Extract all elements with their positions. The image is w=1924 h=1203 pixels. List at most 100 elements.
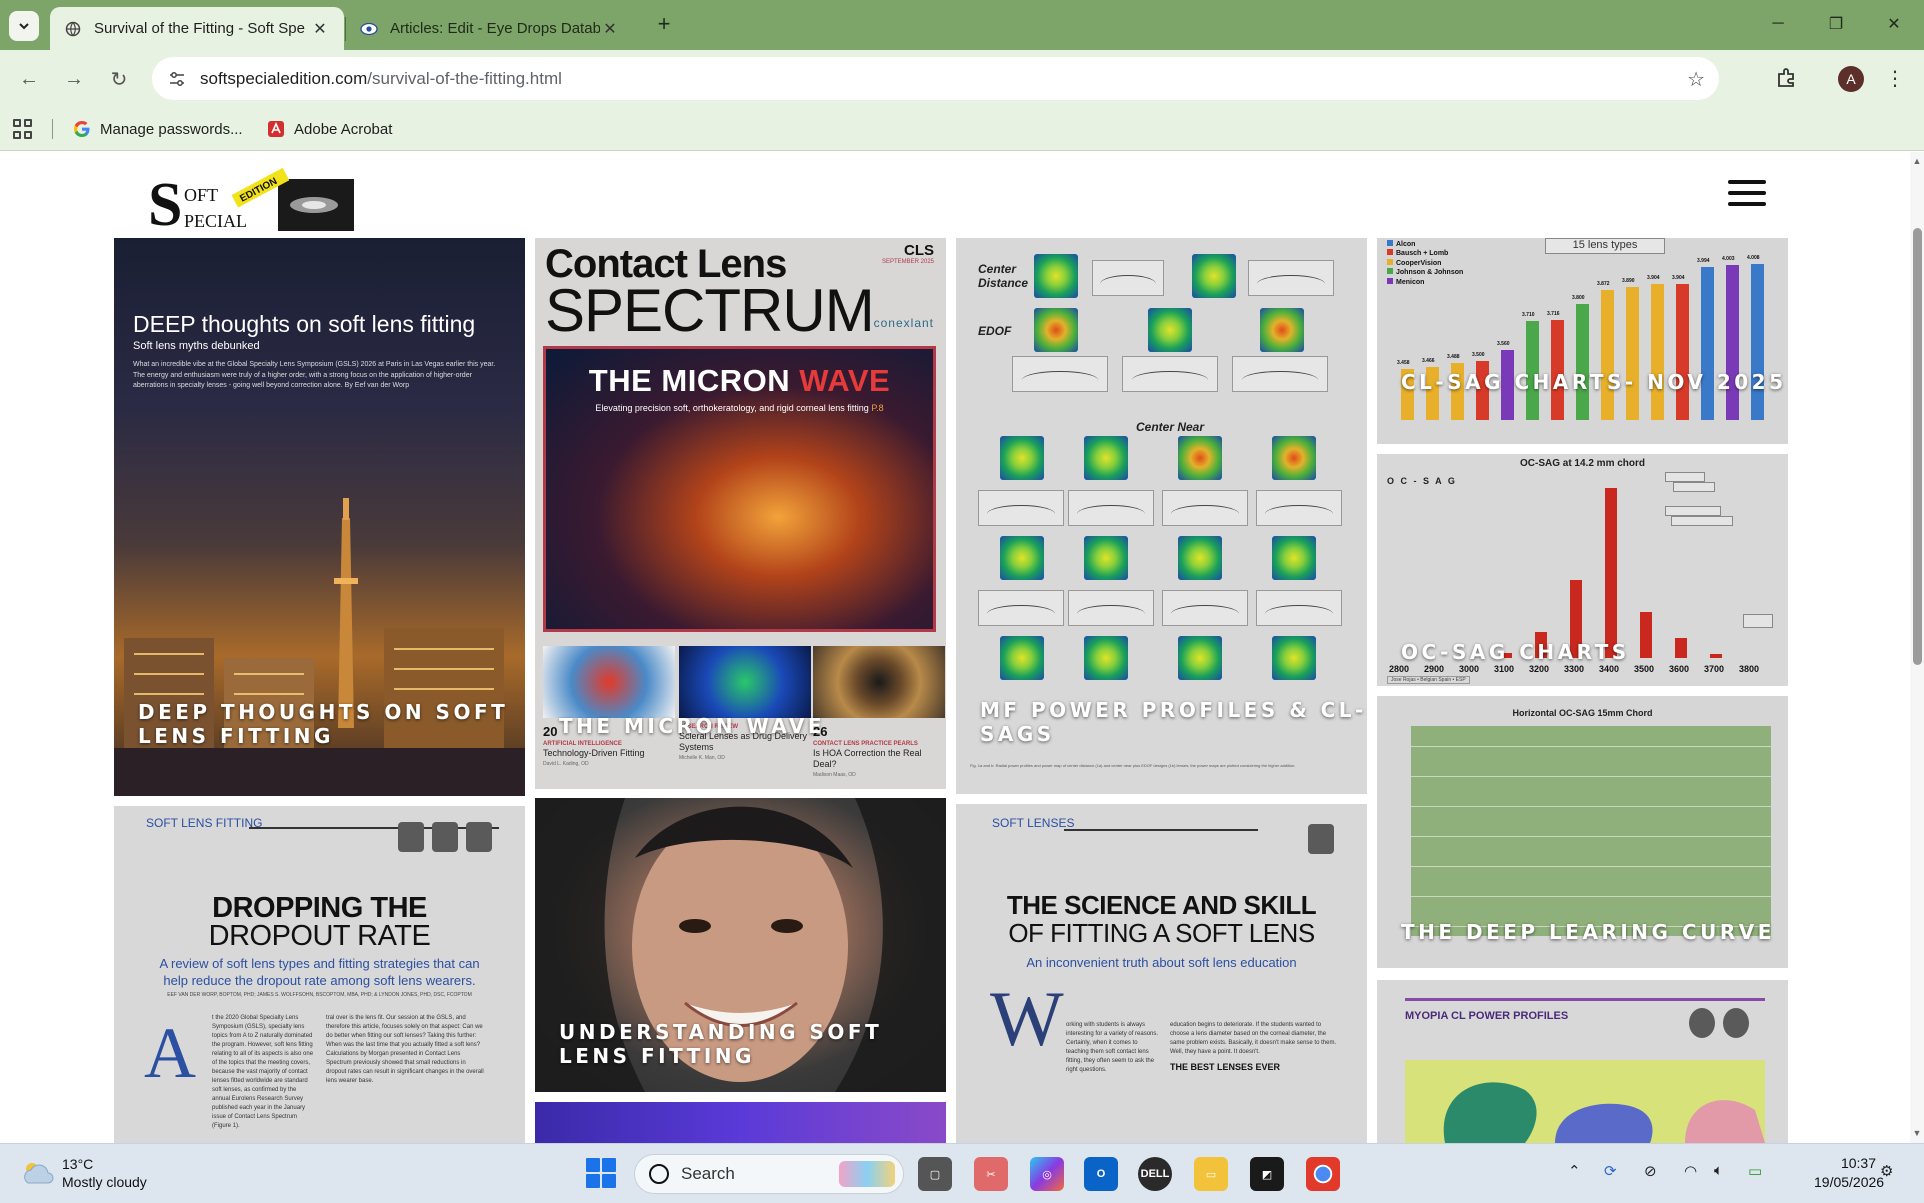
card-micron-wave[interactable]: Contact Lens SPECTRUM CLS SEPTEMBER 2025 …: [535, 238, 946, 789]
article-subhead: THE BEST LENSES EVER: [1170, 1062, 1281, 1072]
chart-plot-area: [1411, 726, 1771, 936]
label-edof: EDOF: [978, 324, 1012, 338]
chart-bar: [1640, 612, 1652, 658]
weather-widget[interactable]: 13°C Mostly cloudy: [20, 1155, 147, 1191]
weather-temperature: 13°C: [62, 1156, 94, 1172]
card-science-and-skill[interactable]: SOFT LENSES THE SCIENCE AND SKILL OF FIT…: [956, 804, 1367, 1143]
menu-kebab-icon[interactable]: ⋮: [1883, 64, 1907, 92]
legend-item: Bausch + Lomb: [1387, 249, 1463, 258]
cover-title-part1: THE MICRON: [588, 363, 800, 398]
article-byline: EEF VAN DER WORP, BOPTOM, PHD; JAMES S. …: [167, 992, 472, 998]
copilot-icon[interactable]: ◎: [1030, 1157, 1064, 1191]
card-caption: THE DEEP LEARING CURVE: [1401, 920, 1775, 944]
soft-special-edition-logo: S OFT PECIAL EDITION: [148, 167, 354, 239]
scroll-up-icon[interactable]: ▲: [1912, 156, 1922, 166]
legend-label: Alcon: [1396, 241, 1416, 248]
illustration: [1405, 1060, 1765, 1143]
logo-line1: OFT: [184, 185, 218, 205]
legend-item: Menicon: [1387, 277, 1463, 287]
tab-articles-edit[interactable]: Articles: Edit - Eye Drops Datab ✕: [346, 7, 634, 50]
chrome-icon[interactable]: [1306, 1157, 1340, 1191]
power-map: [1178, 436, 1222, 480]
card-understanding-soft-lens-fitting[interactable]: UNDERSTANDING SOFT LENS FITTING: [535, 798, 946, 1092]
wifi-icon[interactable]: ◠: [1684, 1162, 1697, 1180]
scrollbar-thumb[interactable]: [1913, 228, 1922, 665]
tab-survival-of-the-fitting[interactable]: Survival of the Fitting - Soft Spe ✕: [50, 7, 344, 50]
close-window-icon[interactable]: ✕: [1872, 9, 1916, 39]
card-myopia-cl-power-profiles[interactable]: MYOPIA CL POWER PROFILES: [1377, 980, 1788, 1143]
card-cl-sag-charts[interactable]: Alcon Bausch + Lomb CooperVision Johnson…: [1377, 238, 1788, 444]
bookmark-star-icon[interactable]: ☆: [1687, 67, 1705, 92]
file-explorer-icon[interactable]: ▭: [1194, 1157, 1228, 1191]
minimize-icon[interactable]: ─: [1756, 9, 1800, 39]
address-bar[interactable]: softspecialedition.com/survival-of-the-f…: [152, 57, 1719, 100]
taskbar-search[interactable]: Search: [634, 1154, 904, 1194]
site-logo[interactable]: S OFT PECIAL EDITION: [148, 167, 354, 239]
browser-toolbar: ← → ↻ softspecialedition.com/survival-of…: [0, 50, 1924, 107]
toc-author: Madison Maas, OD: [813, 771, 856, 778]
system-clock[interactable]: 10:37 19/05/2026: [1814, 1154, 1884, 1192]
dell-icon[interactable]: DELL: [1138, 1157, 1172, 1191]
card-mf-power-profiles[interactable]: Center Distance EDOF Center Near Fig. 1a…: [956, 238, 1367, 794]
battery-icon[interactable]: ▭: [1748, 1162, 1762, 1180]
extensions-icon[interactable]: [1772, 64, 1800, 92]
vpn-icon[interactable]: ⊘: [1644, 1162, 1657, 1180]
back-icon[interactable]: ←: [13, 63, 45, 95]
google-icon: [72, 119, 92, 139]
bookmark-adobe-acrobat[interactable]: Adobe Acrobat: [266, 117, 392, 141]
label-center-distance: Center Distance: [978, 262, 1029, 290]
card-purple-flowers[interactable]: [535, 1102, 946, 1143]
tray-app-icon[interactable]: ⟳: [1604, 1162, 1617, 1180]
toc-item: 20 ARTIFICIAL INTELLIGENCE Technology-Dr…: [543, 646, 675, 767]
weather-condition: Mostly cloudy: [62, 1174, 147, 1191]
card-deep-learning-curve[interactable]: Horizontal OC-SAG 15mm Chord THE DEEP LE…: [1377, 696, 1788, 968]
new-tab-icon[interactable]: +: [652, 11, 676, 36]
scroll-down-icon[interactable]: ▼: [1912, 1128, 1922, 1138]
power-map: [1148, 308, 1192, 352]
power-map: [1260, 308, 1304, 352]
power-map: [1272, 436, 1316, 480]
snipping-tool-icon[interactable]: ✂: [974, 1157, 1008, 1191]
forward-icon[interactable]: →: [58, 63, 90, 95]
power-map: [1084, 436, 1128, 480]
chart-tick-label: 3600: [1669, 664, 1690, 674]
card-caption: MF POWER PROFILES & CL-SAGS: [980, 698, 1367, 747]
notifications-icon[interactable]: ⚙: [1880, 1162, 1893, 1180]
chart-legend: Alcon Bausch + Lomb CooperVision Johnson…: [1387, 240, 1463, 287]
sticky-notes-icon[interactable]: ◩: [1250, 1157, 1284, 1191]
close-icon[interactable]: ✕: [600, 19, 620, 39]
show-hidden-icons-icon[interactable]: ⌃: [1568, 1162, 1581, 1180]
restore-icon[interactable]: ❐: [1814, 9, 1858, 39]
tab-search-button[interactable]: [9, 11, 39, 41]
site-info-icon[interactable]: [166, 71, 188, 87]
cover-subtitle: Elevating precision soft, orthokeratolog…: [546, 403, 933, 413]
windows-start-icon[interactable]: [586, 1158, 616, 1188]
bookmark-label: Manage passwords...: [100, 120, 243, 138]
card-dropping-dropout-rate[interactable]: SOFT LENS FITTING DROPPING THE DROPOUT R…: [114, 806, 525, 1143]
legend-label: Bausch + Lomb: [1396, 250, 1449, 258]
apps-grid-icon[interactable]: [13, 119, 33, 139]
hamburger-menu-icon[interactable]: [1728, 180, 1766, 206]
reload-icon[interactable]: ↻: [103, 63, 135, 95]
legend-label: CooperVision: [1396, 259, 1442, 267]
page-scrollbar[interactable]: ▲ ▼: [1910, 152, 1924, 1143]
card-oc-sag-charts[interactable]: OC-SAG at 14.2 mm chord O C - S A G 2800…: [1377, 454, 1788, 686]
legend-item: Johnson & Johnson: [1387, 268, 1463, 277]
clock-time: 10:37: [1840, 1155, 1876, 1171]
drop-cap: W: [990, 975, 1064, 1062]
chart-tick-label: 3200: [1529, 664, 1550, 674]
power-map: [1178, 536, 1222, 580]
bookmark-manage-passwords[interactable]: Manage passwords...: [72, 117, 243, 141]
author-photo: [398, 822, 424, 852]
close-icon[interactable]: ✕: [310, 19, 330, 39]
power-profile-plot: [1068, 490, 1154, 526]
power-profile-plot: [1068, 590, 1154, 626]
volume-icon[interactable]: 🔈︎: [1714, 1162, 1723, 1179]
card-deep-thoughts[interactable]: DEEP thoughts on soft lens fitting Soft …: [114, 238, 525, 796]
power-profile-plot: [1122, 356, 1218, 392]
legend-swatch: [1387, 268, 1393, 275]
outlook-icon[interactable]: O: [1084, 1157, 1118, 1191]
profile-avatar[interactable]: A: [1838, 66, 1864, 92]
head-silhouettes-image: [1443, 1082, 1765, 1143]
task-view-icon[interactable]: ▢: [918, 1157, 952, 1191]
